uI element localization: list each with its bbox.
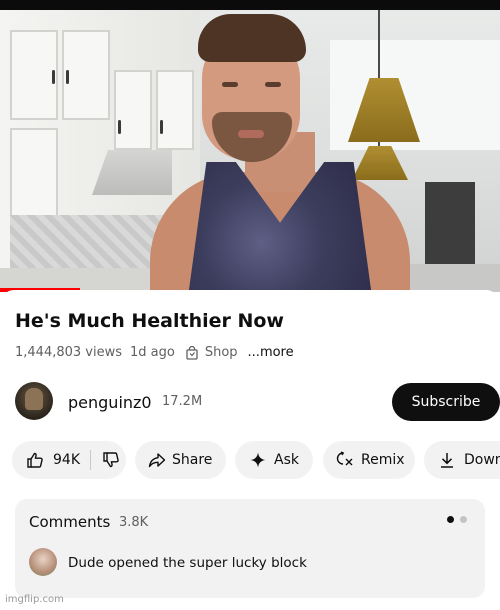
share-button[interactable]: Share: [135, 441, 226, 479]
comments-count: 3.8K: [119, 515, 149, 530]
thumbs-up-icon[interactable]: [25, 450, 45, 470]
action-bar: 94K Share Ask Remix Down: [12, 441, 500, 479]
download-icon: [438, 450, 456, 470]
shopping-bag-icon: [186, 345, 198, 360]
like-divider: [90, 450, 91, 470]
upload-age: 1d ago: [130, 345, 175, 360]
share-arrow-icon: [147, 450, 167, 470]
remix-icon: [335, 450, 355, 470]
share-label: Share: [172, 452, 213, 468]
video-subject: [140, 12, 420, 292]
comments-title: Comments: [29, 513, 111, 531]
remix-label: Remix: [361, 452, 405, 468]
ask-label: Ask: [274, 452, 299, 468]
watermark: imgflip.com: [5, 594, 64, 605]
view-count: 1,444,803 views: [15, 345, 123, 360]
comments-carousel-indicator: [447, 516, 467, 523]
download-label: Download: [464, 452, 500, 468]
more-link[interactable]: ...more: [248, 345, 294, 360]
status-bar: [0, 0, 500, 10]
subscriber-count: 17.2M: [162, 394, 203, 409]
appliance: [425, 182, 475, 270]
like-count[interactable]: 94K: [53, 452, 80, 468]
subscribe-button[interactable]: Subscribe: [392, 383, 500, 421]
top-comment-text: Dude opened the super lucky block: [68, 555, 307, 571]
video-player[interactable]: [0, 0, 500, 292]
remix-button[interactable]: Remix: [323, 441, 415, 479]
comments-section[interactable]: Comments 3.8K Dude opened the super luck…: [15, 499, 485, 598]
video-meta[interactable]: 1,444,803 views 1d ago Shop ...more: [15, 345, 302, 360]
channel-avatar[interactable]: [15, 382, 53, 420]
channel-row: penguinz0 17.2M Subscribe: [15, 382, 500, 422]
sparkle-icon: [248, 450, 268, 470]
carousel-dot: [460, 516, 467, 523]
channel-name[interactable]: penguinz0: [68, 393, 152, 412]
video-title[interactable]: He's Much Healthier Now: [15, 310, 284, 332]
download-button[interactable]: Download: [424, 441, 500, 479]
shop-link[interactable]: Shop: [205, 345, 238, 360]
commenter-avatar: [29, 548, 57, 576]
carousel-dot-active: [447, 516, 454, 523]
ask-button[interactable]: Ask: [235, 441, 313, 479]
like-dislike-chip: 94K: [12, 441, 126, 479]
thumbs-down-icon[interactable]: [101, 450, 121, 470]
